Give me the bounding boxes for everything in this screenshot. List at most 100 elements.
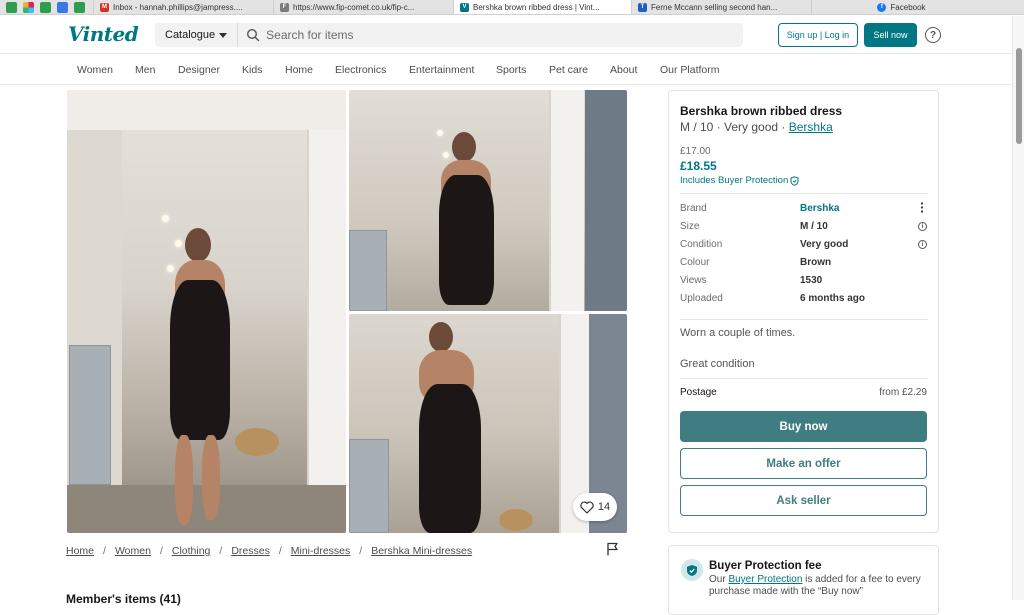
divider — [680, 319, 928, 320]
search-input[interactable] — [266, 28, 727, 42]
breadcrumb-separator: / — [278, 545, 282, 557]
photo-door — [549, 90, 584, 311]
page-scrollbar[interactable] — [1012, 16, 1024, 600]
tab-label: Inbox - hannah.phillips@jampress.... — [113, 2, 243, 12]
google-sheets-bookmark-icon[interactable] — [74, 1, 85, 13]
photo-lamp — [175, 240, 182, 247]
catalogue-dropdown[interactable]: Catalogue — [155, 23, 239, 47]
buy-now-button[interactable]: Buy now — [680, 411, 927, 442]
report-flag-icon[interactable] — [606, 542, 619, 556]
nav-item-designer[interactable]: Designer — [178, 64, 220, 76]
fee-title: Buyer Protection fee — [709, 560, 822, 572]
photo-lamp — [443, 152, 449, 158]
help-icon[interactable]: ? — [925, 27, 941, 43]
nav-item-about[interactable]: About — [610, 64, 637, 76]
photo-person — [429, 322, 453, 352]
divider — [680, 193, 928, 194]
shield-check-icon — [681, 559, 703, 581]
photo-person — [185, 228, 211, 262]
nav-item-men[interactable]: Men — [135, 64, 155, 76]
browser-tab-facebook[interactable]: f Facebook — [811, 0, 991, 14]
vinted-icon: V — [460, 2, 469, 12]
postage-value: from £2.29 — [879, 387, 927, 398]
breadcrumb-separator: / — [159, 545, 163, 557]
photo-dog — [235, 428, 279, 456]
catalogue-label: Catalogue — [165, 29, 216, 41]
nav-item-pet-care[interactable]: Pet care — [549, 64, 588, 76]
detail-value-brand[interactable]: Bershka — [800, 203, 839, 214]
browser-tab-trello[interactable]: T Ferne Mccann selling second han... — [631, 0, 811, 14]
breadcrumb-home[interactable]: Home — [66, 545, 94, 557]
nav-item-entertainment[interactable]: Entertainment — [409, 64, 474, 76]
item-price-with-protection[interactable]: £18.55 — [680, 159, 717, 173]
browser-tab-fip[interactable]: F https://www.fip-comet.co.uk/fip-c... — [273, 0, 453, 14]
favourite-button[interactable]: 14 — [573, 493, 617, 521]
detail-value-condition: Very good — [800, 239, 849, 250]
make-offer-button[interactable]: Make an offer — [680, 448, 927, 479]
scrollbar-thumb[interactable] — [1016, 48, 1022, 144]
photo-lamp — [162, 215, 169, 222]
nav-item-kids[interactable]: Kids — [242, 64, 262, 76]
google-sheets-bookmark-icon[interactable] — [6, 1, 17, 13]
photo-dog — [499, 509, 533, 531]
item-description-line: Worn a couple of times. — [680, 327, 796, 339]
detail-value-uploaded: 6 months ago — [800, 293, 866, 304]
browser-tab-strip: M Inbox - hannah.phillips@jampress.... F… — [0, 0, 1024, 15]
item-details-card: Bershka brown ribbed dress M / 10 · Very… — [668, 90, 939, 533]
detail-label-size: Size — [680, 221, 700, 232]
breadcrumb-dresses[interactable]: Dresses — [231, 545, 270, 557]
buyer-protection-note[interactable]: Includes Buyer Protection — [680, 175, 799, 186]
breadcrumb-bershka-mini-dresses[interactable]: Bershka Mini-dresses — [371, 545, 472, 557]
breadcrumb-mini-dresses[interactable]: Mini-dresses — [291, 545, 351, 557]
info-icon[interactable]: i — [918, 222, 927, 231]
tab-label: Ferne Mccann selling second han... — [651, 2, 778, 12]
members-items-heading: Member's items (41) — [66, 592, 181, 606]
google-sheets-bookmark-icon[interactable] — [40, 1, 51, 13]
buyer-protection-link[interactable]: Buyer Protection — [728, 574, 802, 585]
nav-item-electronics[interactable]: Electronics — [335, 64, 386, 76]
divider — [680, 378, 928, 379]
detail-label-views: Views — [680, 275, 707, 286]
browser-tab-gmail[interactable]: M Inbox - hannah.phillips@jampress.... — [93, 0, 273, 14]
detail-label-condition: Condition — [680, 239, 723, 250]
signup-login-button[interactable]: Sign up | Log in — [778, 23, 858, 47]
site-header: Vinted Catalogue Sign up | Log in Sell n… — [0, 16, 1024, 54]
nav-item-women[interactable]: Women — [77, 64, 113, 76]
favourite-count: 14 — [597, 501, 611, 513]
info-icon[interactable]: i — [918, 240, 927, 249]
item-photo-main[interactable] — [67, 90, 346, 533]
detail-value-views: 1530 — [800, 275, 823, 286]
detail-value-colour: Brown — [800, 257, 832, 268]
photo-lamp — [167, 265, 174, 272]
brand-link[interactable]: Bershka — [789, 120, 833, 134]
category-nav: Women Men Designer Kids Home Electronics… — [0, 55, 1024, 85]
item-summary: M / 10 · Very good · — [680, 120, 789, 134]
trello-icon: T — [638, 2, 647, 12]
slack-bookmark-icon[interactable] — [23, 1, 34, 13]
ask-seller-button[interactable]: Ask seller — [680, 485, 927, 516]
breadcrumb: Home / Women / Clothing / Dresses / Mini-dre… — [66, 545, 472, 557]
photo-person — [175, 435, 193, 525]
photo-person — [452, 132, 476, 162]
breadcrumb-separator: / — [219, 545, 223, 557]
photo-ceiling — [67, 90, 346, 130]
vinted-logo[interactable]: Vinted — [68, 22, 139, 46]
photo-room — [585, 90, 627, 311]
photo-lamp — [437, 130, 443, 136]
site-icon: F — [280, 2, 289, 12]
breadcrumb-clothing[interactable]: Clothing — [172, 545, 211, 557]
detail-value-size: M / 10 — [800, 221, 828, 232]
detail-label-uploaded: Uploaded — [680, 293, 723, 304]
nav-item-sports[interactable]: Sports — [496, 64, 526, 76]
item-photo-2[interactable] — [349, 90, 627, 311]
search-icon — [247, 28, 260, 42]
browser-tab-vinted[interactable]: V Bershka brown ribbed dress | Vint... — [453, 0, 631, 14]
google-docs-bookmark-icon[interactable] — [57, 1, 68, 13]
fee-description: Our Buyer Protection is added for a fee … — [709, 574, 929, 598]
breadcrumb-women[interactable]: Women — [115, 545, 151, 557]
more-options-icon[interactable] — [920, 202, 924, 213]
tab-label: https://www.fip-comet.co.uk/fip-c... — [293, 2, 415, 12]
nav-item-home[interactable]: Home — [285, 64, 313, 76]
nav-item-our-platform[interactable]: Our Platform — [660, 64, 720, 76]
sell-now-button[interactable]: Sell now — [864, 23, 917, 47]
